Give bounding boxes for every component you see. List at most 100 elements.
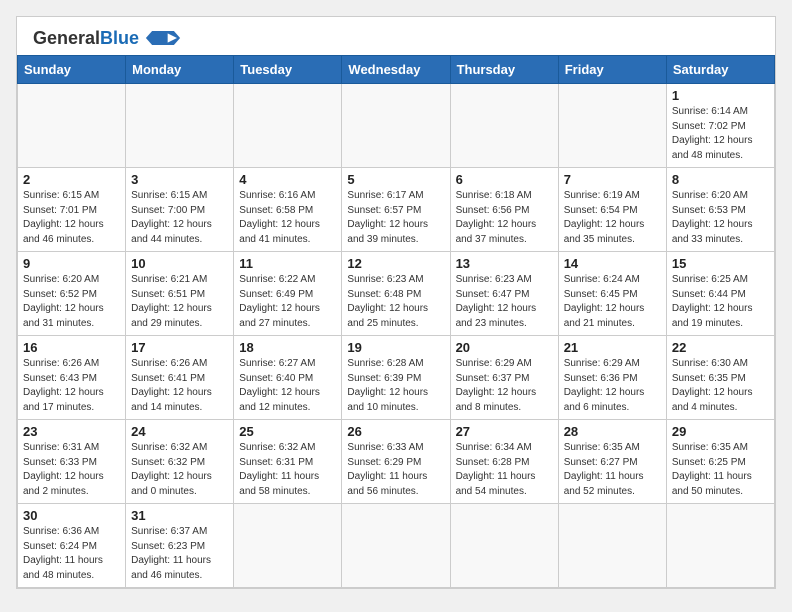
table-row: 23 Sunrise: 6:31 AM Sunset: 6:33 PM Dayli… — [18, 420, 126, 504]
col-friday: Friday — [558, 56, 666, 84]
col-monday: Monday — [126, 56, 234, 84]
day-number: 29 — [672, 424, 769, 439]
day-number: 17 — [131, 340, 228, 355]
table-row — [450, 84, 558, 168]
day-number: 9 — [23, 256, 120, 271]
day-info: Sunrise: 6:23 AM Sunset: 6:47 PM Dayligh… — [456, 273, 553, 331]
day-info: Sunrise: 6:15 AM Sunset: 7:00 PM Dayligh… — [131, 189, 228, 247]
table-row: 30 Sunrise: 6:36 AM Sunset: 6:24 PM Dayli… — [18, 504, 126, 588]
day-number: 2 — [23, 172, 120, 187]
day-number: 1 — [672, 88, 769, 103]
logo: GeneralBlue — [33, 29, 183, 47]
day-info: Sunrise: 6:26 AM Sunset: 6:43 PM Dayligh… — [23, 357, 120, 415]
day-info: Sunrise: 6:20 AM Sunset: 6:52 PM Dayligh… — [23, 273, 120, 331]
table-row: 19 Sunrise: 6:28 AM Sunset: 6:39 PM Dayli… — [342, 336, 450, 420]
day-info: Sunrise: 6:14 AM Sunset: 7:02 PM Dayligh… — [672, 105, 769, 163]
day-number: 21 — [564, 340, 661, 355]
calendar-week-row: 2 Sunrise: 6:15 AM Sunset: 7:01 PM Daylig… — [18, 168, 775, 252]
calendar-header-row: Sunday Monday Tuesday Wednesday Thursday… — [18, 56, 775, 84]
table-row: 28Sunrise: 6:35 AM Sunset: 6:27 PM Dayli… — [558, 420, 666, 504]
day-number: 6 — [456, 172, 553, 187]
table-row — [666, 504, 774, 588]
table-row: 10 Sunrise: 6:21 AM Sunset: 6:51 PM Dayli… — [126, 252, 234, 336]
table-row: 8 Sunrise: 6:20 AM Sunset: 6:53 PM Daylig… — [666, 168, 774, 252]
day-info: Sunrise: 6:17 AM Sunset: 6:57 PM Dayligh… — [347, 189, 444, 247]
day-number: 15 — [672, 256, 769, 271]
day-info: Sunrise: 6:24 AM Sunset: 6:45 PM Dayligh… — [564, 273, 661, 331]
day-number: 30 — [23, 508, 120, 523]
calendar-week-row: 16 Sunrise: 6:26 AM Sunset: 6:43 PM Dayli… — [18, 336, 775, 420]
table-row: 9 Sunrise: 6:20 AM Sunset: 6:52 PM Daylig… — [18, 252, 126, 336]
calendar-table: Sunday Monday Tuesday Wednesday Thursday… — [17, 55, 775, 588]
day-number: 3 — [131, 172, 228, 187]
day-info: Sunrise: 6:29 AM Sunset: 6:37 PM Dayligh… — [456, 357, 553, 415]
day-info: Sunrise: 6:32 AM Sunset: 6:32 PM Dayligh… — [131, 441, 228, 499]
day-number: 19 — [347, 340, 444, 355]
col-saturday: Saturday — [666, 56, 774, 84]
table-row — [450, 504, 558, 588]
day-info: Sunrise: 6:15 AM Sunset: 7:01 PM Dayligh… — [23, 189, 120, 247]
calendar-week-row: 1 Sunrise: 6:14 AM Sunset: 7:02 PM Daylig… — [18, 84, 775, 168]
day-number: 14 — [564, 256, 661, 271]
day-number: 16 — [23, 340, 120, 355]
day-info: Sunrise: 6:35 AM Sunset: 6:25 PM Dayligh… — [672, 441, 769, 499]
day-info: Sunrise: 6:29 AM Sunset: 6:36 PM Dayligh… — [564, 357, 661, 415]
table-row: 31Sunrise: 6:37 AM Sunset: 6:23 PM Dayli… — [126, 504, 234, 588]
day-number: 11 — [239, 256, 336, 271]
table-row: 18Sunrise: 6:27 AM Sunset: 6:40 PM Dayli… — [234, 336, 342, 420]
table-row: 1 Sunrise: 6:14 AM Sunset: 7:02 PM Daylig… — [666, 84, 774, 168]
col-tuesday: Tuesday — [234, 56, 342, 84]
table-row: 27 Sunrise: 6:34 AM Sunset: 6:28 PM Dayli… — [450, 420, 558, 504]
logo-general: General — [33, 28, 100, 48]
table-row: 5Sunrise: 6:17 AM Sunset: 6:57 PM Daylig… — [342, 168, 450, 252]
table-row: 11Sunrise: 6:22 AM Sunset: 6:49 PM Dayli… — [234, 252, 342, 336]
day-number: 25 — [239, 424, 336, 439]
table-row: 26Sunrise: 6:33 AM Sunset: 6:29 PM Dayli… — [342, 420, 450, 504]
day-number: 8 — [672, 172, 769, 187]
table-row: 29 Sunrise: 6:35 AM Sunset: 6:25 PM Dayli… — [666, 420, 774, 504]
day-info: Sunrise: 6:20 AM Sunset: 6:53 PM Dayligh… — [672, 189, 769, 247]
day-number: 23 — [23, 424, 120, 439]
table-row: 25 Sunrise: 6:32 AM Sunset: 6:31 PM Dayli… — [234, 420, 342, 504]
col-wednesday: Wednesday — [342, 56, 450, 84]
day-info: Sunrise: 6:25 AM Sunset: 6:44 PM Dayligh… — [672, 273, 769, 331]
day-info: Sunrise: 6:21 AM Sunset: 6:51 PM Dayligh… — [131, 273, 228, 331]
table-row: 17 Sunrise: 6:26 AM Sunset: 6:41 PM Dayli… — [126, 336, 234, 420]
table-row — [558, 84, 666, 168]
day-number: 27 — [456, 424, 553, 439]
table-row: 2 Sunrise: 6:15 AM Sunset: 7:01 PM Daylig… — [18, 168, 126, 252]
table-row — [558, 504, 666, 588]
header: GeneralBlue — [17, 17, 775, 55]
day-number: 18 — [239, 340, 336, 355]
table-row — [234, 504, 342, 588]
calendar-week-row: 23 Sunrise: 6:31 AM Sunset: 6:33 PM Dayli… — [18, 420, 775, 504]
table-row: 16 Sunrise: 6:26 AM Sunset: 6:43 PM Dayli… — [18, 336, 126, 420]
table-row: 4Sunrise: 6:16 AM Sunset: 6:58 PM Daylig… — [234, 168, 342, 252]
day-info: Sunrise: 6:37 AM Sunset: 6:23 PM Dayligh… — [131, 525, 228, 583]
col-thursday: Thursday — [450, 56, 558, 84]
day-number: 26 — [347, 424, 444, 439]
day-info: Sunrise: 6:31 AM Sunset: 6:33 PM Dayligh… — [23, 441, 120, 499]
day-info: Sunrise: 6:36 AM Sunset: 6:24 PM Dayligh… — [23, 525, 120, 583]
table-row — [18, 84, 126, 168]
day-info: Sunrise: 6:19 AM Sunset: 6:54 PM Dayligh… — [564, 189, 661, 247]
day-number: 4 — [239, 172, 336, 187]
table-row: 22Sunrise: 6:30 AM Sunset: 6:35 PM Dayli… — [666, 336, 774, 420]
day-number: 7 — [564, 172, 661, 187]
day-info: Sunrise: 6:32 AM Sunset: 6:31 PM Dayligh… — [239, 441, 336, 499]
day-number: 10 — [131, 256, 228, 271]
table-row: 7 Sunrise: 6:19 AM Sunset: 6:54 PM Daylig… — [558, 168, 666, 252]
day-info: Sunrise: 6:28 AM Sunset: 6:39 PM Dayligh… — [347, 357, 444, 415]
table-row — [342, 84, 450, 168]
day-info: Sunrise: 6:34 AM Sunset: 6:28 PM Dayligh… — [456, 441, 553, 499]
day-info: Sunrise: 6:35 AM Sunset: 6:27 PM Dayligh… — [564, 441, 661, 499]
table-row: 6 Sunrise: 6:18 AM Sunset: 6:56 PM Daylig… — [450, 168, 558, 252]
day-number: 12 — [347, 256, 444, 271]
logo-blue: Blue — [100, 28, 139, 48]
day-info: Sunrise: 6:18 AM Sunset: 6:56 PM Dayligh… — [456, 189, 553, 247]
day-info: Sunrise: 6:26 AM Sunset: 6:41 PM Dayligh… — [131, 357, 228, 415]
table-row — [126, 84, 234, 168]
table-row: 24Sunrise: 6:32 AM Sunset: 6:32 PM Dayli… — [126, 420, 234, 504]
table-row: 3 Sunrise: 6:15 AM Sunset: 7:00 PM Daylig… — [126, 168, 234, 252]
table-row: 14 Sunrise: 6:24 AM Sunset: 6:45 PM Dayli… — [558, 252, 666, 336]
